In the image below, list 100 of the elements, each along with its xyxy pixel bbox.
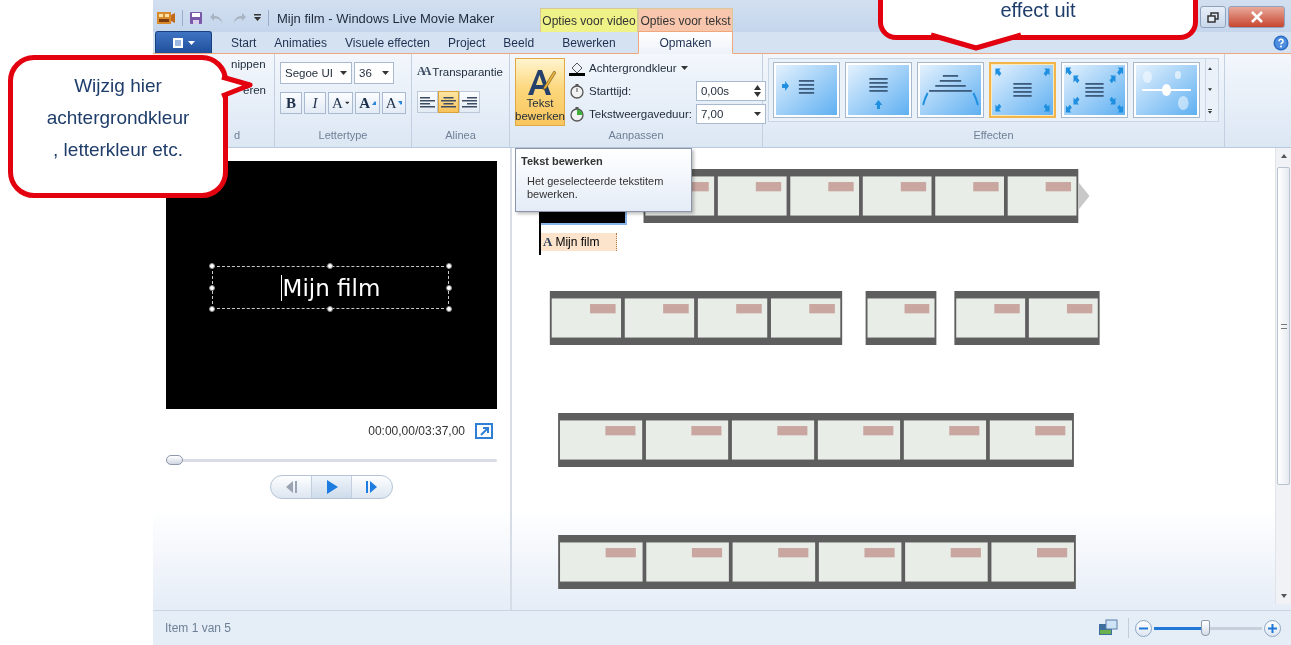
context-tab-header: Opties voor tekst xyxy=(638,8,733,32)
ribbon-tab[interactable]: Start xyxy=(222,32,266,53)
align-center-button[interactable] xyxy=(438,91,459,113)
ribbon-tab[interactable]: Opmaken xyxy=(638,31,733,54)
document-icon xyxy=(172,36,184,49)
resize-handle[interactable] xyxy=(327,306,333,312)
group-label: Lettertype xyxy=(318,129,368,142)
button-glyph: I xyxy=(312,94,318,112)
transparency-button[interactable]: AA Transparantie xyxy=(417,64,504,79)
plus-icon xyxy=(1268,623,1277,633)
resize-handle[interactable] xyxy=(446,263,452,269)
tooltip-text: Het geselecteerde tekstitem bewerken. xyxy=(526,175,665,201)
application-menu-button[interactable] xyxy=(155,31,212,53)
caret-icon xyxy=(753,112,761,116)
caret-icon xyxy=(680,66,688,70)
sparkle-icon xyxy=(1136,65,1197,115)
up-triangle-icon xyxy=(372,101,376,105)
scrollbar-thumb[interactable] xyxy=(1277,167,1290,485)
background-color-button[interactable]: Achtergrondkleur xyxy=(569,58,766,78)
help-icon[interactable] xyxy=(1273,35,1289,51)
down-triangle-icon xyxy=(398,101,402,105)
effect-option[interactable] xyxy=(773,62,840,118)
scrollbar[interactable] xyxy=(1275,148,1291,604)
align-left-icon xyxy=(420,96,435,108)
edit-text-button[interactable]: Tekst bewerken xyxy=(515,58,565,126)
group-label: Effecten xyxy=(973,129,1014,142)
close-button[interactable] xyxy=(1228,6,1285,28)
zoom-out-button[interactable] xyxy=(1135,619,1152,637)
font-family-dropdown[interactable]: Segoe UI xyxy=(280,62,352,84)
film-roll-icon[interactable] xyxy=(156,9,176,27)
resize-handle[interactable] xyxy=(209,263,215,269)
status-text: Item 1 van 5 xyxy=(165,621,232,635)
caret-icon xyxy=(340,71,347,75)
monitor-icon[interactable] xyxy=(1098,619,1118,637)
resize-handle[interactable] xyxy=(209,306,215,312)
play-button[interactable] xyxy=(311,476,353,498)
window-title: Mijn film - Windows Live Movie Maker xyxy=(277,10,495,26)
font-color-button[interactable]: A xyxy=(328,92,354,114)
start-time-field[interactable]: 0,00s xyxy=(695,81,766,101)
slider-thumb[interactable] xyxy=(166,455,183,465)
caret-icon xyxy=(382,71,389,75)
resize-handle[interactable] xyxy=(327,263,333,269)
ribbon-command[interactable]: nippen xyxy=(231,58,266,70)
group-label: Alinea xyxy=(445,129,476,142)
duration-field[interactable]: 7,00 xyxy=(695,104,766,124)
align-center-icon xyxy=(441,96,456,108)
bold-button[interactable]: B xyxy=(280,92,302,114)
corner-arrows-icon xyxy=(1064,65,1125,115)
time-display: 00:00,00/03:37,00 xyxy=(368,424,465,438)
text-icon: A xyxy=(543,234,553,250)
close-icon xyxy=(1249,11,1264,23)
resize-handle[interactable] xyxy=(446,306,452,312)
save-icon[interactable] xyxy=(189,11,203,25)
spin-arrows-icon xyxy=(753,85,761,97)
font-size-dropdown[interactable]: 36 xyxy=(354,62,394,84)
effect-option[interactable] xyxy=(989,62,1056,118)
effect-option[interactable] xyxy=(917,62,984,118)
resize-handle[interactable] xyxy=(209,285,215,291)
customize-menu-icon[interactable] xyxy=(253,13,262,23)
play-icon xyxy=(325,480,338,494)
stopwatch-icon xyxy=(569,83,585,99)
curved-arrows-icon xyxy=(920,65,981,115)
title-text: Mijn film xyxy=(280,274,381,301)
grow-font-button[interactable]: A xyxy=(355,92,380,114)
zoom-in-button[interactable] xyxy=(1264,619,1281,637)
stopwatch-icon xyxy=(569,106,585,122)
caret-icon xyxy=(344,101,350,105)
button-glyph: B xyxy=(286,94,296,112)
tooltip-title: Tekst bewerken xyxy=(521,155,604,167)
arrow-lines-icon xyxy=(776,65,837,115)
button-glyph: A xyxy=(385,94,397,112)
align-right-button[interactable] xyxy=(459,91,480,113)
align-left-button[interactable] xyxy=(417,91,438,113)
effect-option[interactable] xyxy=(845,62,912,118)
italic-button[interactable]: I xyxy=(304,92,326,114)
caret-icon xyxy=(188,40,195,45)
seek-slider[interactable] xyxy=(166,455,497,465)
context-tab-header: Opties voor video xyxy=(540,8,638,32)
button-glyph: A xyxy=(359,94,371,112)
ribbon-tab[interactable]: Visuele effecten xyxy=(336,32,439,53)
resize-handle[interactable] xyxy=(446,285,452,291)
field-label: Starttijd: xyxy=(589,85,632,97)
paint-bucket-icon xyxy=(569,60,585,76)
caption-tag[interactable]: A Mijn film xyxy=(539,233,617,251)
button-glyph: A xyxy=(332,94,343,112)
restore-button[interactable] xyxy=(1200,6,1226,28)
group-label: d xyxy=(234,129,241,142)
zoom-slider[interactable] xyxy=(1154,619,1262,637)
ribbon-command[interactable]: eren xyxy=(243,84,267,96)
field-label: Tekstweergaveduur: xyxy=(589,108,692,120)
ribbon-tab[interactable]: Project xyxy=(439,32,495,53)
corner-arrows-icon xyxy=(992,65,1053,115)
slider-thumb[interactable] xyxy=(1200,620,1210,636)
shrink-font-button[interactable]: A xyxy=(381,92,406,114)
ribbon-tab[interactable]: Animaties xyxy=(265,32,337,53)
callout: Wijzig hier achtergrondkleur , letterkleur etc. xyxy=(8,55,228,198)
expand-icon[interactable] xyxy=(475,423,493,439)
restore-icon xyxy=(1207,11,1219,23)
effect-option[interactable] xyxy=(1061,62,1128,118)
text-box[interactable]: Mijn film xyxy=(212,266,449,309)
